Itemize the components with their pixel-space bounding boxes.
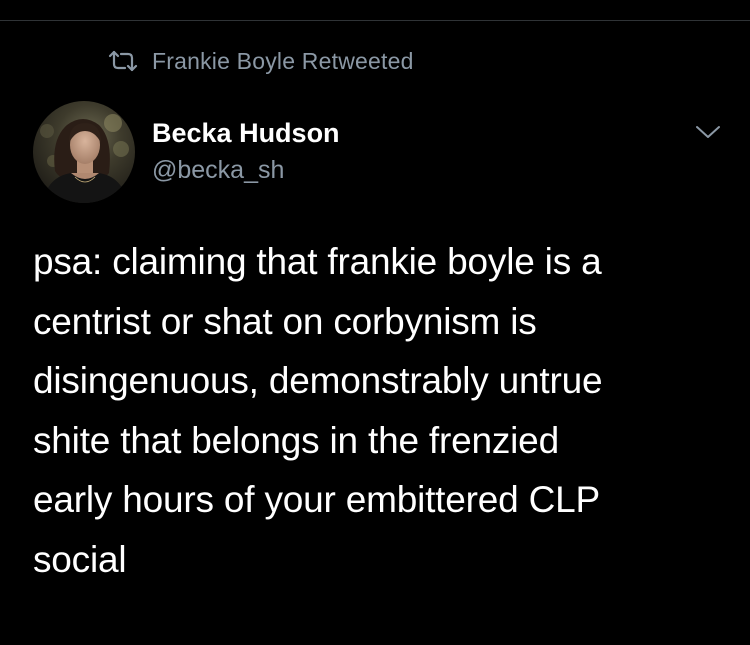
retweet-icon	[108, 50, 138, 72]
tweet-text: psa: claiming that frankie boyle is a ce…	[33, 241, 603, 580]
top-divider	[0, 20, 750, 21]
author-name[interactable]: Becka Hudson	[152, 118, 340, 149]
avatar-photo	[33, 101, 135, 203]
chevron-down-icon[interactable]	[693, 120, 723, 144]
retweet-banner-text: Frankie Boyle Retweeted	[152, 47, 414, 74]
avatar[interactable]	[33, 101, 135, 203]
author-handle[interactable]: @becka_sh	[152, 156, 284, 185]
retweet-banner[interactable]: Frankie Boyle Retweeted	[108, 46, 414, 76]
